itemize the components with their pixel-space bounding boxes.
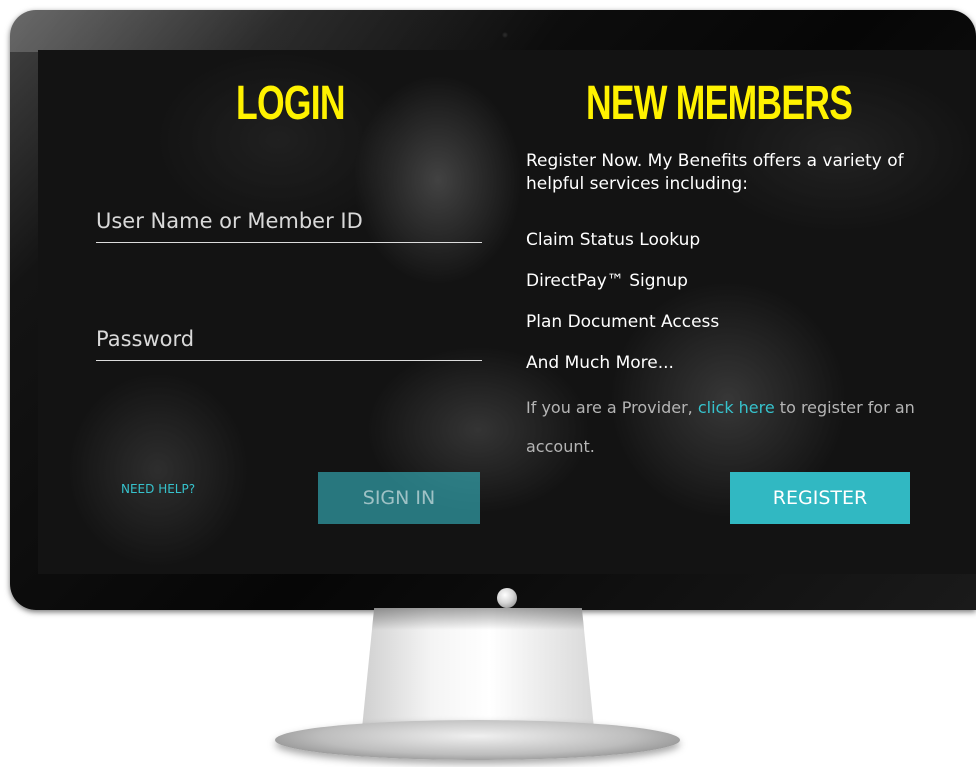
login-title: LOGIN xyxy=(236,77,346,130)
benefit-item: DirectPay™ Signup xyxy=(526,271,688,291)
camera-icon xyxy=(502,32,508,38)
register-button[interactable]: REGISTER xyxy=(730,472,910,524)
provider-note-prefix: If you are a Provider, xyxy=(526,398,698,417)
username-input[interactable] xyxy=(96,200,482,242)
provider-note: If you are a Provider, click here to reg… xyxy=(526,388,926,466)
bezel-reflection xyxy=(10,10,570,52)
benefit-item: And Much More... xyxy=(526,353,674,373)
password-input[interactable] xyxy=(96,318,482,360)
new-members-intro: Register Now. My Benefits offers a varie… xyxy=(526,151,904,194)
stand-shadow xyxy=(371,608,585,630)
sign-in-button[interactable]: SIGN IN xyxy=(318,472,480,524)
new-members-title: NEW MEMBERS xyxy=(586,77,853,130)
benefits-list: Claim Status Lookup DirectPay™ Signup Pl… xyxy=(526,226,719,390)
benefit-item: Claim Status Lookup xyxy=(526,230,701,250)
need-help-link[interactable]: NEED HELP? xyxy=(121,482,195,496)
power-button[interactable] xyxy=(497,588,517,608)
provider-register-link[interactable]: click here xyxy=(698,398,775,417)
password-field-wrapper xyxy=(96,318,482,361)
username-field-wrapper xyxy=(96,200,482,243)
monitor-base xyxy=(275,720,680,760)
screen: LOGIN NEED HELP? SIGN IN NEW MEMBERS Reg… xyxy=(38,50,976,574)
benefit-item: Plan Document Access xyxy=(526,312,720,332)
